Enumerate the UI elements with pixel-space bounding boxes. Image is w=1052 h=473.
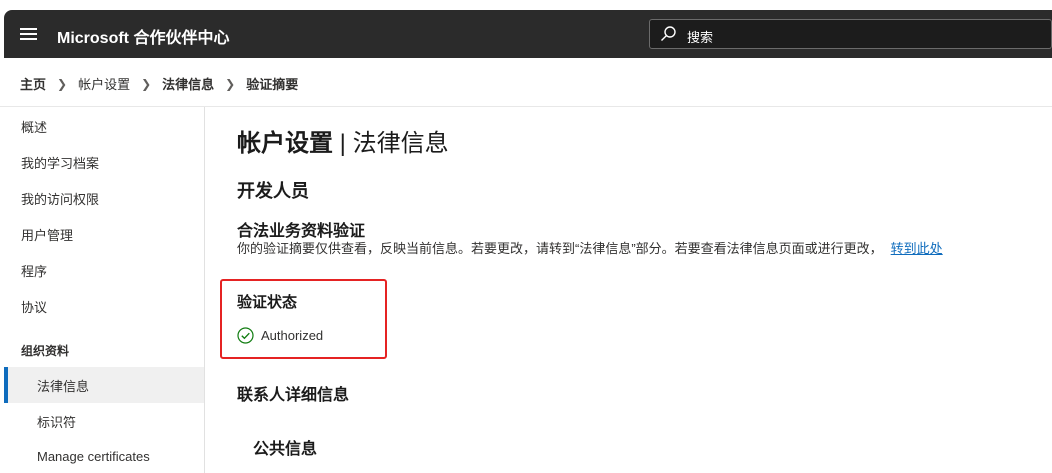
public-info-heading: 公共信息: [253, 441, 318, 458]
check-circle-icon: [237, 327, 254, 344]
search-input[interactable]: 搜索: [649, 19, 1052, 49]
page-title-bold: 帐户设置: [237, 130, 333, 157]
status-value: Authorized: [237, 327, 323, 344]
sidebar-selected-indicator: [4, 367, 8, 403]
verification-description-text: 你的验证摘要仅供查看，反映当前信息。若要更改，请转到“法律信息”部分。若要查看法…: [237, 241, 883, 256]
breadcrumb-legal-info[interactable]: 法律信息: [162, 74, 214, 93]
sidebar-item-manage-certificates[interactable]: Manage certificates: [37, 449, 150, 464]
top-bar: Microsoft 合作伙伴中心 搜索: [4, 10, 1052, 58]
sidebar-item-overview[interactable]: 概述: [21, 117, 47, 136]
status-text: Authorized: [261, 328, 324, 343]
breadcrumb-home[interactable]: 主页: [20, 74, 46, 93]
chevron-right-icon: ❯: [225, 76, 236, 91]
sidebar-selected-background: [4, 367, 204, 403]
sidebar-item-agreements[interactable]: 协议: [21, 297, 47, 316]
sidebar-item-programs[interactable]: 程序: [21, 261, 47, 280]
contact-details-heading: 联系人详细信息: [237, 387, 350, 404]
sidebar-group-org-profile: 组织资料: [21, 344, 70, 358]
sidebar-item-identifiers[interactable]: 标识符: [37, 412, 76, 431]
breadcrumb-account-settings[interactable]: 帐户设置: [78, 74, 130, 93]
sidebar-item-legal-info[interactable]: 法律信息: [37, 376, 89, 395]
chevron-right-icon: ❯: [141, 76, 152, 91]
page-title: 帐户设置 | 法律信息: [237, 123, 449, 158]
sidebar-item-learning-profile[interactable]: 我的学习档案: [21, 153, 99, 172]
search-icon: [661, 26, 676, 41]
section-heading-developer: 开发人员: [237, 181, 309, 201]
verification-description: 你的验证摘要仅供查看，反映当前信息。若要更改，请转到“法律信息”部分。若要查看法…: [237, 238, 943, 257]
breadcrumb: 主页 ❯ 帐户设置 ❯ 法律信息 ❯ 验证摘要: [20, 74, 298, 93]
chevron-right-icon: ❯: [57, 76, 68, 91]
search-placeholder: 搜索: [687, 30, 714, 45]
sidebar-item-access[interactable]: 我的访问权限: [21, 189, 99, 208]
breadcrumb-current: 验证摘要: [246, 77, 299, 92]
sidebar: 概述 我的学习档案 我的访问权限 用户管理 程序 协议 组织资料 法律信息 标识…: [0, 107, 205, 473]
page-title-rest: | 法律信息: [333, 130, 449, 157]
app-title[interactable]: Microsoft 合作伙伴中心: [57, 24, 229, 48]
sidebar-item-user-management[interactable]: 用户管理: [21, 225, 73, 244]
status-highlight-box: [220, 279, 387, 359]
hamburger-menu-icon[interactable]: [20, 28, 37, 40]
go-here-link[interactable]: 转到此处: [891, 241, 943, 256]
